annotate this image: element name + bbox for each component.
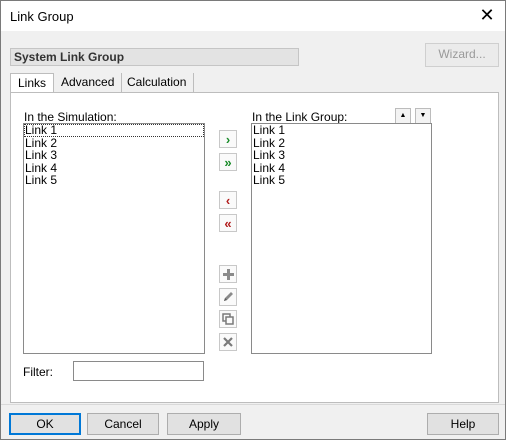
link-group-dialog: Link Group ✕ System Link Group Wizard...… (0, 0, 506, 440)
help-button[interactable]: Help (427, 413, 499, 435)
pencil-icon (224, 292, 233, 301)
copy-link-button[interactable] (219, 310, 237, 328)
group-name-field[interactable]: System Link Group (10, 48, 299, 66)
list-item[interactable]: Link 5 (252, 174, 431, 187)
remove-all-button[interactable]: « (219, 214, 237, 232)
edit-link-button[interactable] (219, 288, 237, 306)
simulation-list[interactable]: Link 1 Link 2 Link 3 Link 4 Link 5 (23, 123, 205, 354)
link-group-list[interactable]: Link 1 Link 2 Link 3 Link 4 Link 5 (251, 123, 432, 354)
link-group-list-label: In the Link Group: (252, 110, 348, 124)
move-up-button[interactable]: ▲ (395, 108, 411, 124)
list-item[interactable]: Link 5 (24, 174, 204, 187)
remove-selected-button[interactable]: ‹ (219, 191, 237, 209)
tab-links[interactable]: Links (10, 73, 54, 94)
ok-button[interactable]: OK (9, 413, 81, 435)
cancel-button[interactable]: Cancel (87, 413, 159, 435)
add-all-button[interactable]: » (219, 153, 237, 171)
list-item[interactable]: Link 3 (24, 149, 204, 162)
plus-icon (222, 268, 234, 280)
simulation-list-label: In the Simulation: (24, 110, 117, 124)
delete-link-button[interactable] (219, 333, 237, 351)
list-item[interactable]: Link 1 (252, 124, 431, 137)
list-item[interactable]: Link 1 (24, 124, 204, 137)
move-down-button[interactable]: ▼ (415, 108, 431, 124)
tab-advanced[interactable]: Advanced (54, 73, 123, 93)
add-selected-button[interactable]: › (219, 130, 237, 148)
footer-divider (1, 404, 505, 405)
list-item[interactable]: Link 3 (252, 149, 431, 162)
filter-input[interactable] (73, 361, 204, 381)
filter-label: Filter: (23, 365, 53, 379)
wizard-button[interactable]: Wizard... (425, 43, 499, 67)
window-title: Link Group (10, 9, 74, 24)
delete-icon (223, 337, 233, 347)
tab-calculation[interactable]: Calculation (120, 73, 195, 93)
title-bar: Link Group ✕ (1, 1, 505, 31)
apply-button[interactable]: Apply (167, 413, 241, 435)
copy-icon (222, 313, 234, 325)
close-icon[interactable]: ✕ (477, 5, 497, 25)
add-link-button[interactable] (219, 265, 237, 283)
